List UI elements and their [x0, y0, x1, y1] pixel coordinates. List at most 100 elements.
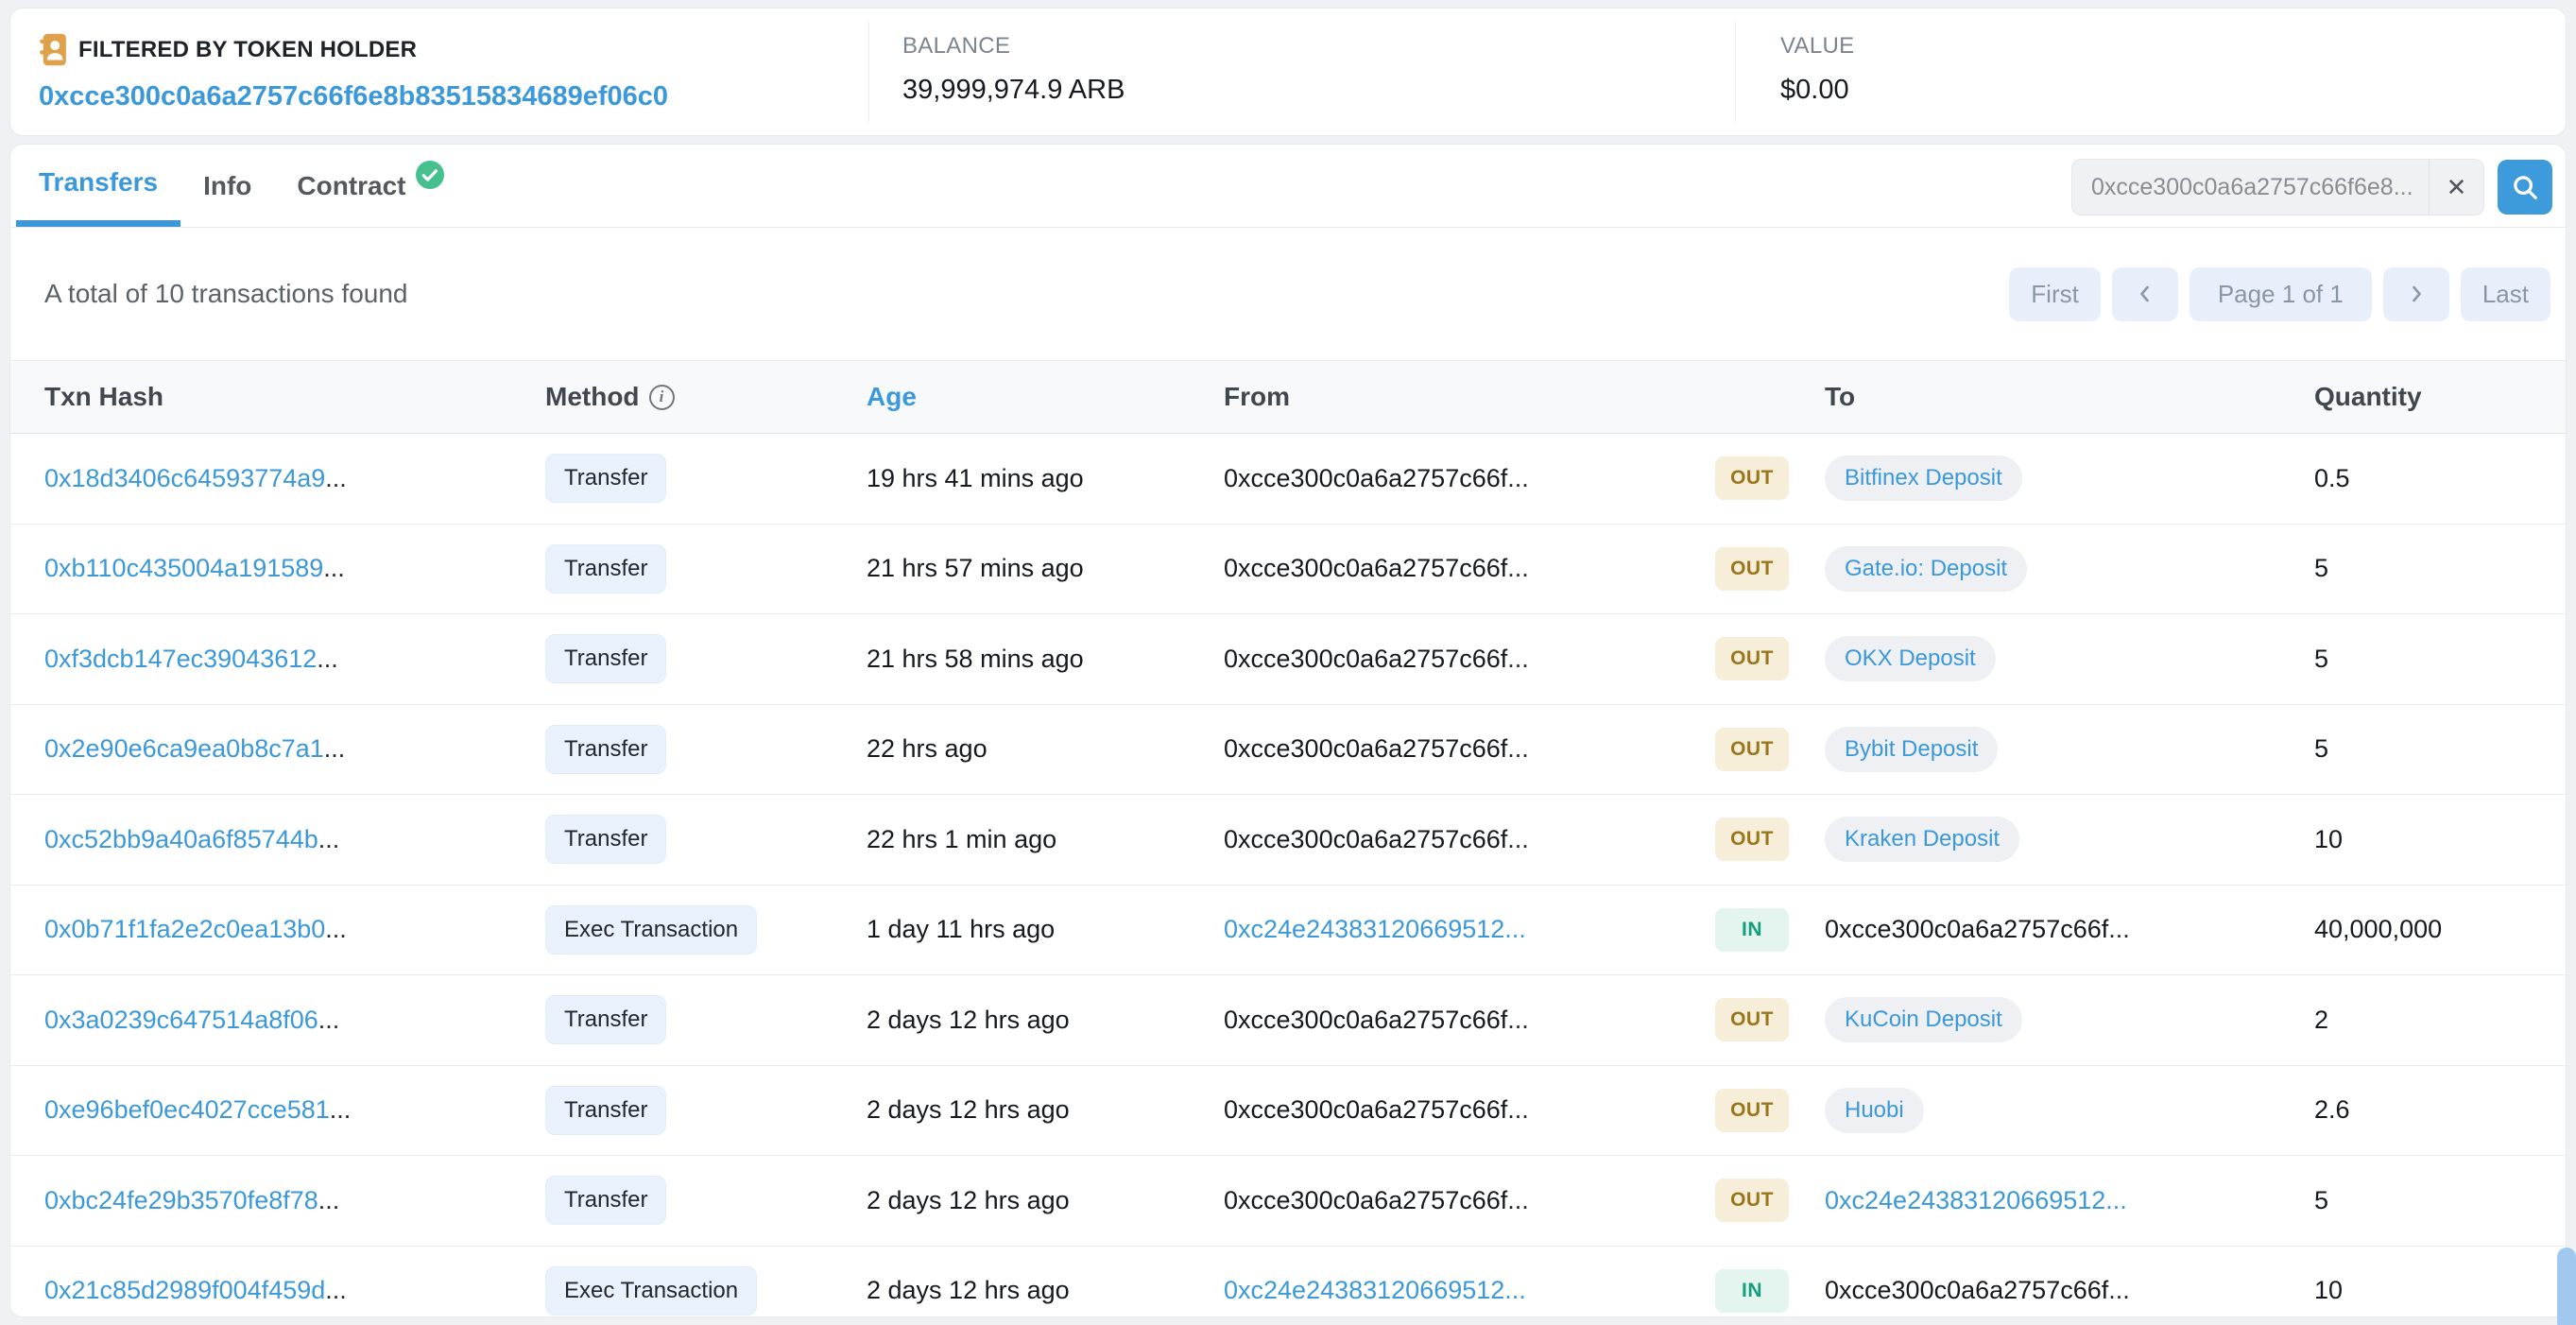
txn-hash-link[interactable]: 0xf3dcb147ec39043612...	[44, 645, 338, 673]
method-badge: Exec Transaction	[545, 1265, 758, 1316]
quantity-text: 5	[2314, 734, 2329, 764]
txn-hash-link[interactable]: 0xe96bef0ec4027cce581...	[44, 1095, 351, 1124]
address-link[interactable]: 0xc24e24383120669512...	[1825, 1186, 2127, 1214]
direction-badge: OUT	[1715, 817, 1789, 862]
to-cell: Bitfinex Deposit	[1806, 456, 2295, 502]
direction-badge: OUT	[1715, 1179, 1789, 1223]
filtered-by-label: FILTERED BY TOKEN HOLDER	[78, 36, 418, 62]
txn-hash-link[interactable]: 0x3a0239c647514a8f06...	[44, 1006, 339, 1034]
table-header-row: Txn Hash Method i Age From To Quantity	[10, 360, 2566, 434]
tab-contract-label: Contract	[297, 170, 406, 200]
clear-search-icon[interactable]: ✕	[2429, 160, 2483, 215]
age-text: 22 hrs 1 min ago	[867, 824, 1057, 853]
quantity-text: 0.5	[2314, 463, 2350, 492]
truncation-ellipsis: ...	[1507, 644, 1529, 673]
txn-hash-link[interactable]: 0x21c85d2989f004f459d...	[44, 1276, 347, 1304]
quantity-text: 40,000,000	[2314, 915, 2443, 944]
contract-verified-icon	[415, 160, 444, 189]
page-indicator: Page 1 of 1	[2189, 267, 2372, 321]
header-age[interactable]: Age	[867, 382, 1224, 412]
address-text: 0xcce300c0a6a2757c66f...	[1224, 463, 1529, 492]
tab-bar: Transfers Info Contract 0xcce300c0a6a275…	[10, 145, 2566, 228]
token-holder-card: FILTERED BY TOKEN HOLDER 0xcce300c0a6a27…	[9, 8, 2567, 136]
txn-hash-link[interactable]: 0xc52bb9a40a6f85744b...	[44, 825, 339, 853]
vertical-scrollbar-thumb[interactable]	[2557, 1248, 2576, 1325]
header-txn-hash: Txn Hash	[44, 382, 164, 411]
previous-page-button[interactable]	[2111, 267, 2178, 321]
tab-transfers[interactable]: Transfers	[16, 145, 181, 227]
info-icon[interactable]: i	[648, 384, 675, 410]
txn-hash-link[interactable]: 0x0b71f1fa2e2c0ea13b0...	[44, 915, 347, 943]
first-page-button[interactable]: First	[2009, 267, 2101, 321]
holder-address-link[interactable]: 0xcce300c0a6a2757c66f6e8b83515834689ef06…	[39, 81, 668, 112]
last-page-button[interactable]: Last	[2460, 267, 2550, 321]
table-row: 0xc52bb9a40a6f85744b... Transfer 22 hrs …	[10, 795, 2566, 886]
search-icon	[2511, 173, 2539, 201]
to-named-address-pill[interactable]: Huobi	[1825, 1087, 1924, 1133]
search-bar: 0xcce300c0a6a2757c66f6e8... ✕	[2071, 159, 2552, 215]
truncation-ellipsis: ...	[1507, 463, 1529, 492]
to-named-address-pill[interactable]: Gate.io: Deposit	[1825, 545, 2028, 592]
to-cell: 0xc24e24383120669512...	[1806, 1186, 2295, 1215]
txn-hash-link[interactable]: 0xbc24fe29b3570fe8f78...	[44, 1186, 339, 1214]
txn-hash-link[interactable]: 0xb110c435004a191589...	[44, 554, 345, 582]
txn-hash-link[interactable]: 0x18d3406c64593774a9...	[44, 464, 347, 492]
address-text: 0xcce300c0a6a2757c66f...	[1224, 644, 1529, 673]
tab-info[interactable]: Info	[180, 145, 274, 227]
truncation-ellipsis: ...	[323, 734, 346, 764]
method-badge: Transfer	[545, 1085, 667, 1135]
to-named-address-pill[interactable]: OKX Deposit	[1825, 636, 1996, 682]
table-row: 0xe96bef0ec4027cce581... Transfer 2 days…	[10, 1066, 2566, 1156]
truncation-ellipsis: ...	[1504, 915, 1526, 944]
truncation-ellipsis: ...	[325, 915, 347, 944]
truncation-ellipsis: ...	[329, 1095, 352, 1125]
header-quantity: Quantity	[2314, 382, 2422, 411]
address-link[interactable]: 0xc24e24383120669512...	[1224, 915, 1526, 943]
from-cell: 0xcce300c0a6a2757c66f...	[1224, 645, 1715, 674]
quantity-text: 2	[2314, 1005, 2329, 1034]
truncation-ellipsis: ...	[317, 644, 338, 673]
table-row: 0xb110c435004a191589... Transfer 21 hrs …	[10, 525, 2566, 614]
age-text: 22 hrs ago	[867, 734, 987, 764]
tab-contract[interactable]: Contract	[274, 145, 466, 227]
to-cell: Bybit Deposit	[1806, 726, 2295, 772]
header-method: Method i	[545, 382, 867, 412]
direction-badge: OUT	[1715, 1088, 1789, 1132]
truncation-ellipsis: ...	[1507, 824, 1529, 853]
address-text: 0xcce300c0a6a2757c66f...	[1224, 1005, 1529, 1034]
transactions-total-text: A total of 10 transactions found	[44, 279, 408, 308]
address-text: 0xcce300c0a6a2757c66f...	[1224, 824, 1529, 853]
age-text: 2 days 12 hrs ago	[867, 1005, 1070, 1034]
method-badge: Transfer	[545, 815, 667, 865]
to-named-address-pill[interactable]: Kraken Deposit	[1825, 817, 2020, 863]
pagination: First Page 1 of 1 Last	[2009, 267, 2550, 321]
from-cell: 0xc24e24383120669512...	[1224, 915, 1715, 944]
truncation-ellipsis: ...	[323, 554, 345, 583]
from-cell: 0xcce300c0a6a2757c66f...	[1224, 554, 1715, 583]
truncation-ellipsis: ...	[2108, 1276, 2130, 1305]
next-page-button[interactable]	[2382, 267, 2449, 321]
address-text: 0xcce300c0a6a2757c66f...	[1224, 1095, 1529, 1125]
balance-label: BALANCE	[902, 33, 1011, 59]
transfers-table-body: 0x18d3406c64593774a9... Transfer 19 hrs …	[10, 434, 2566, 1316]
txn-hash-link[interactable]: 0x2e90e6ca9ea0b8c7a1...	[44, 734, 345, 763]
address-text: 0xcce300c0a6a2757c66f...	[1224, 1185, 1529, 1214]
to-cell: Gate.io: Deposit	[1806, 545, 2295, 592]
direction-badge: OUT	[1715, 727, 1789, 771]
tab-info-label: Info	[203, 170, 252, 200]
to-named-address-pill[interactable]: Bybit Deposit	[1825, 726, 1999, 772]
to-named-address-pill[interactable]: KuCoin Deposit	[1825, 997, 2022, 1043]
truncation-ellipsis: ...	[318, 1005, 340, 1034]
direction-badge: OUT	[1715, 456, 1789, 501]
truncation-ellipsis: ...	[318, 1185, 340, 1214]
quantity-text: 10	[2314, 1276, 2344, 1305]
search-button[interactable]	[2498, 160, 2552, 215]
truncation-ellipsis: ...	[2108, 915, 2130, 944]
to-named-address-pill[interactable]: Bitfinex Deposit	[1825, 456, 2022, 502]
search-input[interactable]: 0xcce300c0a6a2757c66f6e8... ✕	[2071, 159, 2484, 215]
age-text: 1 day 11 hrs ago	[867, 915, 1056, 944]
quantity-text: 10	[2314, 824, 2344, 853]
address-link[interactable]: 0xc24e24383120669512...	[1224, 1276, 1526, 1304]
search-input-value[interactable]: 0xcce300c0a6a2757c66f6e8...	[2072, 174, 2429, 201]
chevron-right-icon	[2405, 283, 2428, 305]
